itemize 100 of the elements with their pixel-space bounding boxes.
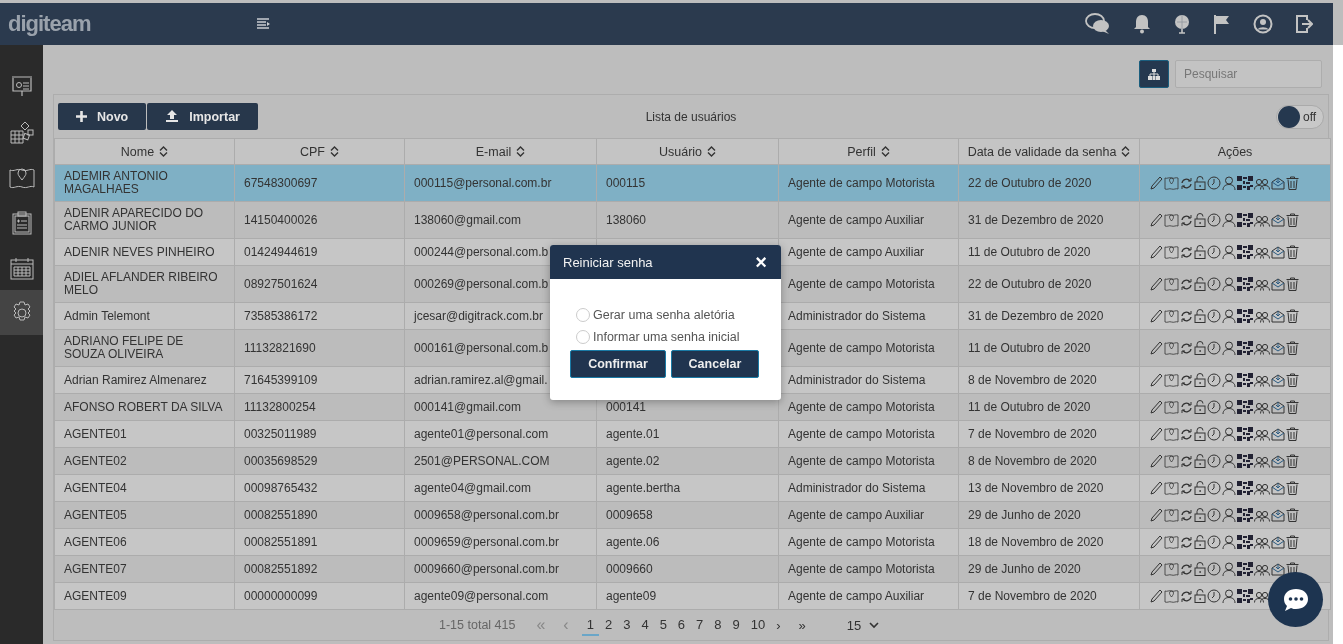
pencil-icon[interactable] [1150,176,1163,190]
pencil-icon[interactable] [1150,373,1163,387]
globe-icon[interactable] [1173,14,1191,34]
users-icon[interactable] [1254,277,1270,291]
mail-icon[interactable] [1271,245,1285,259]
map-pin-icon[interactable] [1164,373,1179,387]
clock-icon[interactable] [1207,400,1221,414]
page-button[interactable]: 1 [581,614,599,636]
trash-icon[interactable] [1286,341,1299,355]
users-icon[interactable] [1254,481,1270,495]
pencil-icon[interactable] [1150,400,1163,414]
qr-code-icon[interactable] [1237,309,1253,323]
mail-icon[interactable] [1271,277,1285,291]
user-icon[interactable] [1222,400,1236,414]
clock-icon[interactable] [1207,277,1221,291]
mail-icon[interactable] [1271,508,1285,522]
trash-icon[interactable] [1286,508,1299,522]
users-icon[interactable] [1254,373,1270,387]
bell-icon[interactable] [1133,14,1151,34]
page-button[interactable]: 3 [618,614,636,636]
refresh-icon[interactable] [1180,427,1193,441]
column-header[interactable]: Data de validade da senha [958,138,1140,165]
qr-code-icon[interactable] [1237,481,1253,495]
mail-icon[interactable] [1271,562,1285,576]
users-icon[interactable] [1254,562,1270,576]
trash-icon[interactable] [1286,427,1299,441]
refresh-icon[interactable] [1180,309,1193,323]
map-pin-icon[interactable] [1164,341,1179,355]
mail-icon[interactable] [1271,309,1285,323]
pencil-icon[interactable] [1150,508,1163,522]
pencil-icon[interactable] [1150,277,1163,291]
new-button[interactable]: Novo [58,103,147,130]
map-pin-icon[interactable] [1164,309,1179,323]
page-button[interactable]: 5 [654,614,672,636]
lock-icon[interactable] [1194,400,1206,414]
qr-code-icon[interactable] [1237,245,1253,259]
page-button[interactable]: 9 [727,614,745,636]
refresh-icon[interactable] [1180,562,1193,576]
clock-icon[interactable] [1207,589,1221,603]
trash-icon[interactable] [1286,277,1299,291]
page-button[interactable]: 10 [745,614,771,636]
lock-icon[interactable] [1194,589,1206,603]
trash-icon[interactable] [1286,481,1299,495]
lock-icon[interactable] [1194,176,1206,190]
qr-code-icon[interactable] [1237,508,1253,522]
mail-icon[interactable] [1271,213,1285,227]
mail-icon[interactable] [1271,454,1285,468]
user-icon[interactable] [1222,481,1236,495]
refresh-icon[interactable] [1180,589,1193,603]
map-pin-icon[interactable] [1164,481,1179,495]
mail-icon[interactable] [1271,481,1285,495]
pencil-icon[interactable] [1150,245,1163,259]
menu-icon[interactable] [257,18,271,30]
pencil-icon[interactable] [1150,562,1163,576]
page-size-select[interactable]: 15 [840,616,886,634]
qr-code-icon[interactable] [1237,341,1253,355]
page-button[interactable]: 7 [691,614,709,636]
user-icon[interactable] [1222,535,1236,549]
trash-icon[interactable] [1286,213,1299,227]
user-circle-icon[interactable] [1253,14,1273,34]
cancel-button[interactable]: Cancelar [671,350,759,378]
lock-icon[interactable] [1194,427,1206,441]
users-icon[interactable] [1254,309,1270,323]
qr-code-icon[interactable] [1237,589,1253,603]
user-icon[interactable] [1222,454,1236,468]
page-button[interactable]: 6 [672,614,691,636]
refresh-icon[interactable] [1180,400,1193,414]
qr-code-icon[interactable] [1237,562,1253,576]
lock-icon[interactable] [1194,508,1206,522]
flag-icon[interactable] [1213,14,1231,34]
users-icon[interactable] [1254,508,1270,522]
column-header[interactable]: E-mail [404,138,597,165]
user-icon[interactable] [1222,277,1236,291]
page-button[interactable]: 4 [636,614,654,636]
clock-icon[interactable] [1207,454,1221,468]
user-icon[interactable] [1222,589,1236,603]
user-icon[interactable] [1222,309,1236,323]
pencil-icon[interactable] [1150,535,1163,549]
users-icon[interactable] [1254,176,1270,190]
table-row[interactable]: AGENTE07 00082551892 0009660@personal.com.br 0009660 Agente de campo Motorista 29 de Junho de 2020 [54,555,1331,583]
pencil-icon[interactable] [1150,341,1163,355]
column-header[interactable]: Perfil [778,138,959,165]
pencil-icon[interactable] [1150,454,1163,468]
refresh-icon[interactable] [1180,454,1193,468]
pencil-icon[interactable] [1150,589,1163,603]
search-field[interactable]: Pesquisar [1175,60,1322,88]
users-icon[interactable] [1254,535,1270,549]
users-icon[interactable] [1254,427,1270,441]
pencil-icon[interactable] [1150,309,1163,323]
hierarchy-button[interactable] [1139,60,1169,88]
table-row[interactable]: AGENTE06 00082551891 0009659@personal.com.br agente.06 Agente de campo Motorista 18 de Novembro de 2020 [54,528,1331,556]
clock-icon[interactable] [1207,427,1221,441]
trash-icon[interactable] [1286,176,1299,190]
user-icon[interactable] [1222,213,1236,227]
user-icon[interactable] [1222,341,1236,355]
clock-icon[interactable] [1207,373,1221,387]
qr-code-icon[interactable] [1237,535,1253,549]
clock-icon[interactable] [1207,245,1221,259]
table-row[interactable]: AGENTE05 00082551890 0009658@personal.com.br 0009658 Agente de campo Auxiliar 29 de Junho de 2020 [54,501,1331,529]
map-pin-icon[interactable] [1164,400,1179,414]
